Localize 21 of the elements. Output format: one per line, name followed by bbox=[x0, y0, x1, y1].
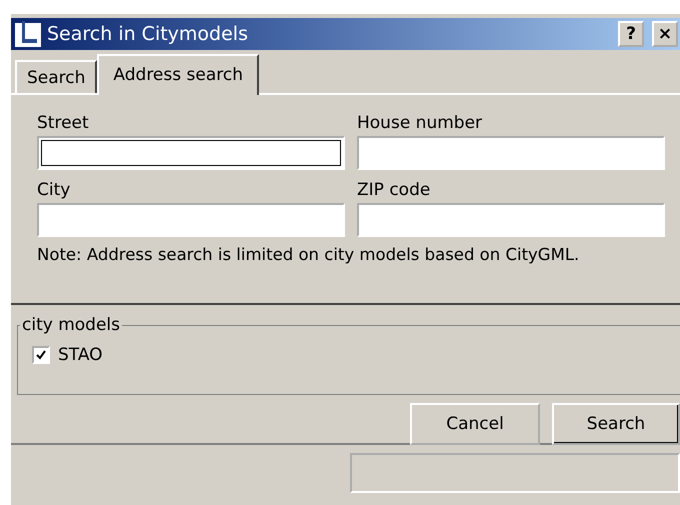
help-button[interactable]: ? bbox=[618, 21, 644, 47]
app-icon bbox=[15, 21, 41, 47]
field-label: City bbox=[37, 180, 72, 200]
tab[interactable]: Address search bbox=[97, 54, 259, 95]
search-button[interactable]: Search bbox=[552, 403, 680, 445]
input-field[interactable] bbox=[357, 203, 665, 237]
group-title: city models bbox=[21, 315, 121, 335]
field-label: Street bbox=[37, 113, 90, 133]
field-label: House number bbox=[357, 113, 484, 133]
note-text: Note: Address search is limited on city models based on CityGML. bbox=[37, 245, 580, 264]
checkbox[interactable] bbox=[32, 346, 50, 364]
tab[interactable]: Search bbox=[15, 60, 98, 93]
input-field[interactable] bbox=[37, 136, 345, 170]
checkbox-label: STAO bbox=[58, 345, 103, 365]
cancel-button[interactable]: Cancel bbox=[410, 403, 540, 445]
field-label: ZIP code bbox=[357, 180, 432, 200]
close-button[interactable]: × bbox=[652, 21, 678, 47]
check-icon bbox=[36, 350, 46, 360]
input-field[interactable] bbox=[357, 136, 665, 170]
input-field[interactable] bbox=[37, 203, 345, 237]
window-title: Search in Citymodels bbox=[47, 23, 249, 45]
